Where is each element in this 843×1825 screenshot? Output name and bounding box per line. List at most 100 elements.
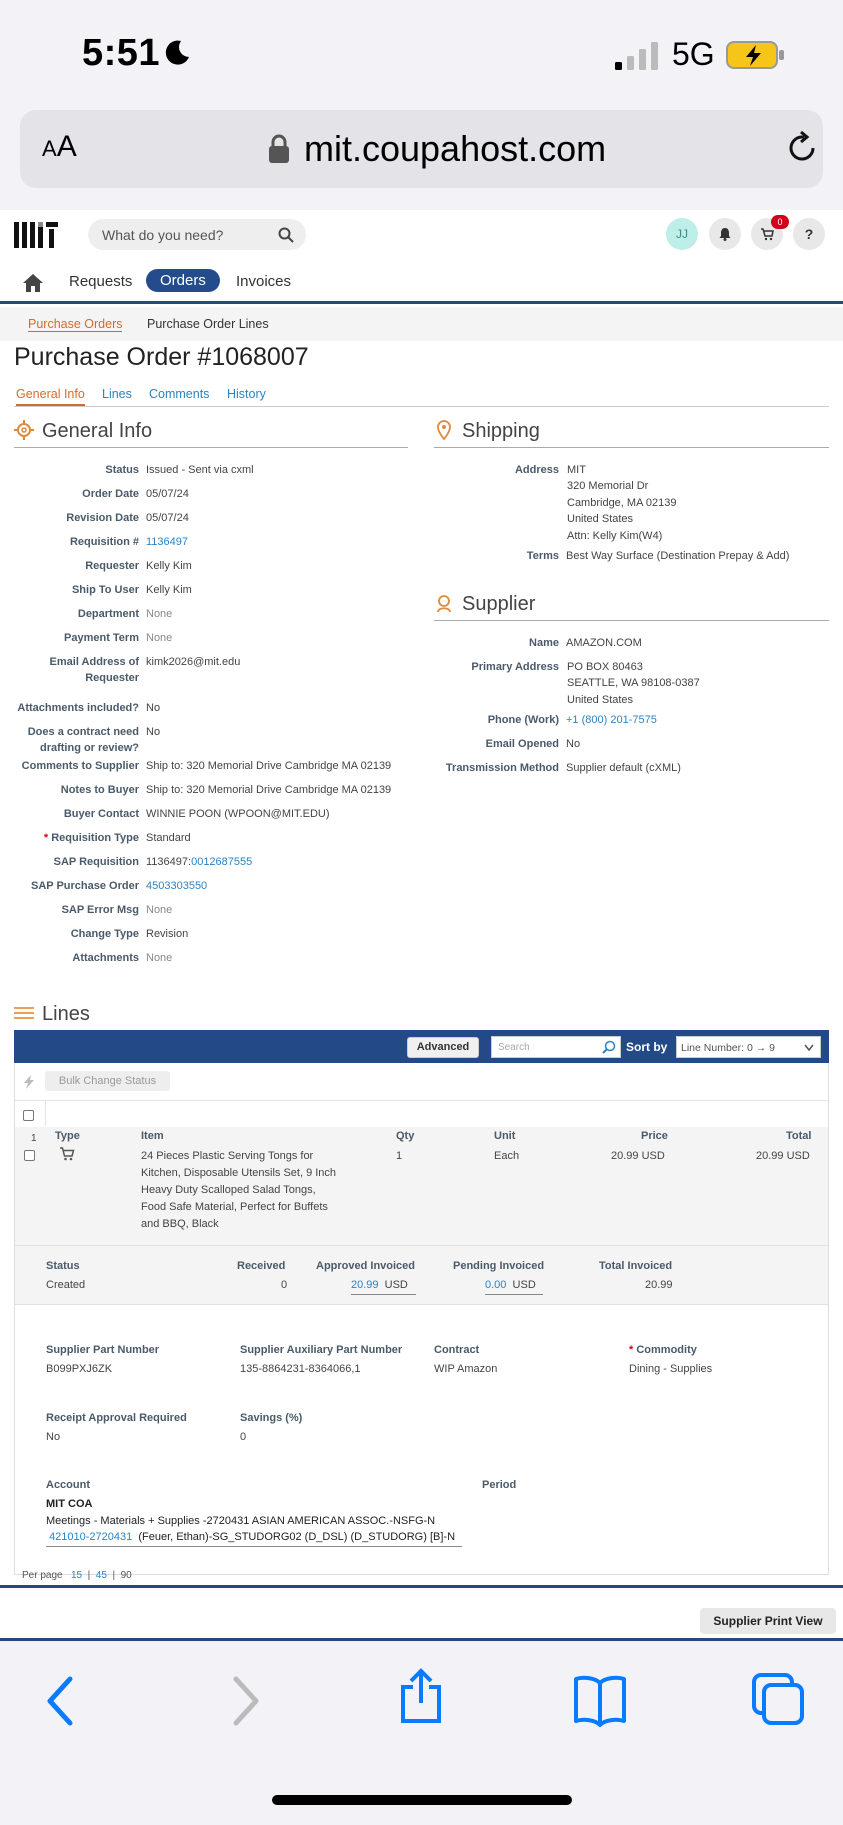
email-opened: No <box>566 738 581 750</box>
col-type: Type <box>55 1130 80 1142</box>
supplier-phone-link[interactable]: +1 (800) 201-7575 <box>566 712 657 728</box>
field-value: kimk2026@mit.edu <box>146 656 241 668</box>
per-page-15[interactable]: 15 <box>71 1570 82 1581</box>
bulk-change-status-button[interactable]: Bulk Change Status <box>45 1071 170 1091</box>
tabs-icon[interactable] <box>750 1671 806 1727</box>
lines-search-input[interactable]: Search <box>491 1036 621 1058</box>
account-code-link[interactable]: 421010-2720431 <box>49 1531 132 1543</box>
field-label: Ship To User <box>71 584 139 596</box>
period-label: Period <box>482 1479 517 1491</box>
sort-select[interactable]: Line Number: 0 → 9 <box>676 1036 821 1058</box>
line-number: 1 <box>31 1133 37 1144</box>
app-header: What do you need? JJ 0 ? <box>0 210 843 264</box>
share-icon[interactable] <box>393 1667 449 1723</box>
lock-icon <box>269 134 289 163</box>
user-avatar[interactable]: JJ <box>666 218 698 250</box>
sort-by-label: Sort by <box>626 1040 668 1054</box>
shipping-address-line-5: Attn: Kelly Kim(W4) <box>567 530 663 542</box>
supplier-heading: Supplier <box>434 593 829 621</box>
pending-invoiced-value[interactable]: 0.00 USD <box>485 1277 543 1295</box>
email-opened-label: Email Opened <box>485 738 559 750</box>
home-indicator <box>272 1795 572 1805</box>
shipping-heading: Shipping <box>434 420 829 448</box>
phone-label: Phone (Work) <box>487 714 559 726</box>
supplier-name-label: Name <box>529 637 559 649</box>
help-button[interactable]: ? <box>793 218 825 250</box>
col-unit: Unit <box>494 1130 516 1142</box>
supplier-part-number: B099PXJ6ZK <box>46 1363 113 1375</box>
account-coa: MIT COA <box>46 1498 93 1510</box>
field-value: No <box>146 726 161 738</box>
shipping-address-line-1: MIT <box>567 464 586 476</box>
field-label: Order Date <box>82 488 139 500</box>
field-label: Requester <box>85 560 139 572</box>
notifications-bell-icon[interactable] <box>709 218 741 250</box>
sap-requisition-link[interactable]: 0012687555 <box>191 856 252 868</box>
item-description-line-1: 24 Pieces Plastic Serving Tongs for <box>141 1150 314 1162</box>
browser-address-bar[interactable]: AA mit.coupahost.com <box>20 110 823 188</box>
account-code: 421010-2720431 (Feuer, Ethan)-SG_STUDORG… <box>46 1529 462 1547</box>
tab-history[interactable]: History <box>227 387 266 401</box>
select-all-checkbox[interactable] <box>23 1110 34 1121</box>
shipping-address-line-3: Cambridge, MA 02139 <box>567 497 677 509</box>
per-page-90[interactable]: 90 <box>121 1570 132 1581</box>
field-value[interactable]: 4503303550 <box>146 878 207 894</box>
subnav-purchase-orders[interactable]: Purchase Orders <box>28 317 123 332</box>
forward-arrow-icon[interactable] <box>216 1673 272 1729</box>
transmission-method: Supplier default (cXML) <box>566 762 681 774</box>
print-view-bar: Supplier Print View <box>0 1585 843 1641</box>
advanced-search-button[interactable]: Advanced <box>407 1037 479 1058</box>
field-label: Attachments included? <box>17 702 139 714</box>
nav-orders[interactable]: Orders <box>146 269 220 292</box>
line-checkbox[interactable] <box>24 1150 35 1161</box>
clock: 5:51 <box>82 32 161 74</box>
address-label: Address <box>514 464 559 476</box>
field-value: None <box>146 608 173 620</box>
field-label: * Requisition Type <box>43 832 139 844</box>
field-value: None <box>146 904 173 916</box>
home-icon[interactable] <box>22 272 44 294</box>
back-arrow-icon[interactable] <box>34 1673 90 1729</box>
received-value: 0 <box>281 1279 288 1291</box>
commodity-label: * Commodity <box>629 1344 697 1356</box>
contract-link[interactable]: WIP Amazon <box>434 1361 497 1378</box>
tab-lines[interactable]: Lines <box>102 387 132 401</box>
url-text[interactable]: mit.coupahost.com <box>304 128 606 170</box>
account-description: Meetings - Materials + Supplies -2720431… <box>46 1515 436 1527</box>
supplier-aux-part-number: 135-8864231-8364066,1 <box>240 1363 361 1375</box>
global-search-input[interactable]: What do you need? <box>88 219 306 250</box>
total-invoiced-value[interactable]: 20.99 <box>645 1277 673 1294</box>
sub-nav: Purchase Orders Purchase Order Lines <box>0 307 843 341</box>
tab-comments[interactable]: Comments <box>149 387 209 401</box>
field-value[interactable]: 1136497 <box>146 534 188 550</box>
approved-invoiced-value[interactable]: 20.99 USD <box>351 1277 416 1295</box>
approved-invoiced-label: Approved Invoiced <box>316 1260 416 1272</box>
primary-address-label: Primary Address <box>471 661 559 673</box>
main-nav: Requests Orders Invoices <box>0 264 843 304</box>
supplier-part-number-label: Supplier Part Number <box>46 1344 160 1356</box>
moon-icon <box>165 40 189 65</box>
nav-requests[interactable]: Requests <box>69 273 132 290</box>
supplier-print-view-button[interactable]: Supplier Print View <box>700 1608 836 1634</box>
received-label: Received <box>237 1260 286 1272</box>
line-price: 20.99 USD <box>611 1150 665 1162</box>
field-label: SAP Purchase Order <box>30 880 139 892</box>
reload-icon[interactable] <box>782 128 822 168</box>
bookmarks-icon[interactable] <box>572 1671 628 1727</box>
field-label: Payment Term <box>64 632 139 644</box>
line-qty: 1 <box>396 1150 403 1162</box>
po-tabs: General Info Lines Comments History <box>14 385 829 407</box>
item-description-line-5: and BBQ, Black <box>141 1218 219 1230</box>
cellular-signal-icon <box>615 42 658 70</box>
tab-general-info[interactable]: General Info <box>16 387 85 406</box>
nav-invoices[interactable]: Invoices <box>236 273 291 290</box>
subnav-purchase-order-lines[interactable]: Purchase Order Lines <box>147 317 269 331</box>
field-label: Department <box>77 608 139 620</box>
map-pin-icon <box>437 420 451 440</box>
per-page-45[interactable]: 45 <box>96 1570 107 1581</box>
mit-logo[interactable] <box>14 222 58 248</box>
status-label: Status <box>46 1260 80 1272</box>
text-size-button[interactable]: AA <box>42 130 77 164</box>
ios-status-bar: 5:51 5G <box>0 0 843 100</box>
supplier-address-line-3: United States <box>567 694 634 706</box>
